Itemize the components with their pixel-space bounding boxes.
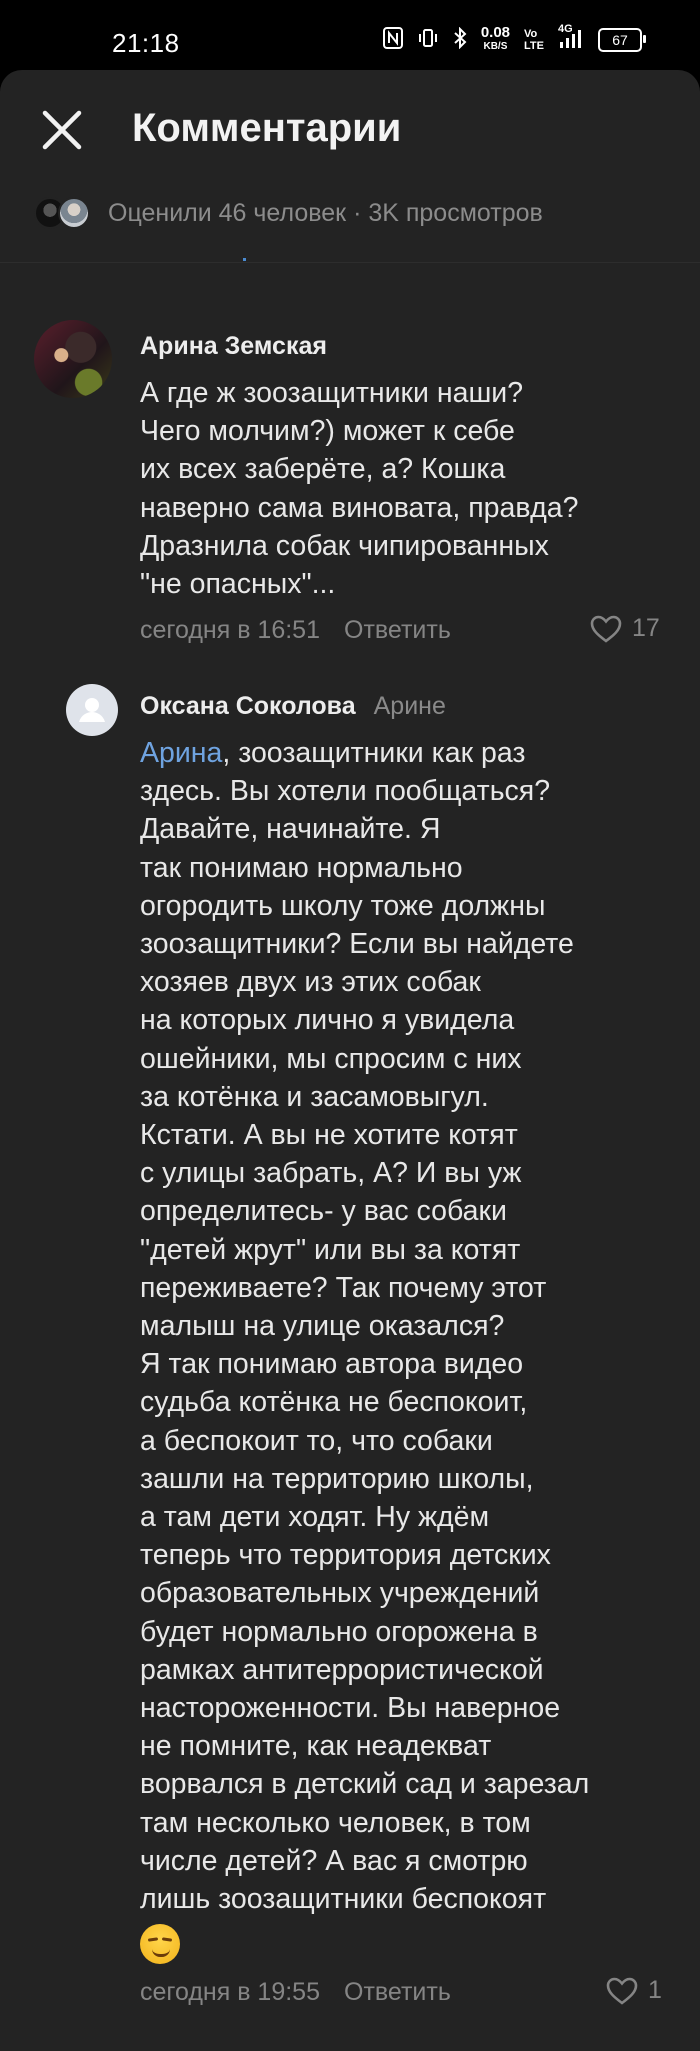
vibrate-icon	[417, 27, 439, 54]
signal-type: 4G	[558, 22, 573, 35]
reply-to-label[interactable]: Арине	[374, 692, 446, 720]
comment-line: не помните, как неадекват	[140, 1730, 492, 1763]
comment-line: Давайте, начинайте. Я	[140, 813, 441, 846]
bluetooth-icon	[453, 26, 467, 54]
likes-summary[interactable]: Оценили 46 человек · 3K просмотров	[34, 188, 543, 238]
comment-line: настороженности. Вы наверное	[140, 1692, 561, 1725]
comment-line: ворвался в детский сад и зарезал	[140, 1768, 590, 1801]
comment-time: сегодня в 16:51	[140, 616, 320, 644]
comment-line: образовательных учреждений	[140, 1577, 540, 1610]
comment-line-rest: , зоозащитники как раз	[222, 737, 526, 769]
comment-line: а там дети ходят. Ну ждём	[140, 1501, 490, 1534]
comment-time: сегодня в 19:55	[140, 1978, 320, 2006]
comment-line: Чего молчим?) может к себе	[140, 415, 515, 448]
comment-line: хозяев двух из этих собак	[140, 966, 481, 999]
likes-summary-text: Оценили 46 человек · 3K просмотров	[108, 198, 543, 227]
sheet-header: Комментарии	[0, 70, 700, 160]
heart-icon	[590, 615, 622, 643]
like-count: 1	[648, 1976, 662, 2004]
comment-line: судьба котёнка не беспокоит,	[140, 1386, 528, 1419]
comment-line: Я так понимаю автора видео	[140, 1348, 524, 1381]
network-speed-unit: KB/S	[483, 41, 508, 52]
heart-icon	[606, 1977, 638, 2005]
comment-line: рамках антитеррористической	[140, 1653, 544, 1686]
comment-text: А где ж зоозащитники наши? Чего молчим?)…	[140, 374, 578, 603]
divider	[0, 262, 700, 263]
status-icons: 0.08 KB/S Vo LTE 4G 67	[382, 23, 646, 54]
comment-line: определитесь- у вас собаки	[140, 1195, 507, 1228]
comment-line: там несколько человек, в том	[140, 1806, 531, 1839]
comment-line	[140, 1918, 589, 1974]
comment-line: "детей жрут" или вы за котят	[140, 1233, 521, 1266]
comment-line: теперь что территория детских	[140, 1539, 551, 1572]
close-icon	[42, 110, 82, 150]
comment-line: на которых лично я увидела	[140, 1004, 515, 1037]
volte-indicator: Vo LTE	[524, 28, 544, 52]
network-speed-value: 0.08	[480, 24, 511, 41]
smirk-emoji-icon	[140, 1924, 180, 1965]
reply-button[interactable]: Ответить	[344, 616, 451, 644]
battery-icon: 67	[598, 28, 646, 52]
comment-line: Дразнила собак чипированных	[140, 529, 549, 562]
comment-line: зоозащитники? Если вы найдете	[140, 928, 574, 961]
comment-line: лишь зоозащитники беспокоят	[140, 1883, 547, 1916]
comment-line: за котёнка и засамовыгул.	[140, 1080, 489, 1113]
comment-line: наверно сама виновата, правда?	[140, 491, 579, 524]
signal-icon: 4G	[558, 23, 584, 52]
comment-line: переживаете? Так почему этот	[140, 1271, 547, 1304]
comment-line: числе детей? А вас я смотрю	[140, 1844, 528, 1877]
status-time: 21:18	[112, 28, 180, 58]
comment-line: здесь. Вы хотели пообщаться?	[140, 775, 551, 808]
comment-line: ошейники, мы спросим с них	[140, 1042, 522, 1075]
page-title: Комментарии	[132, 106, 402, 150]
comment-author-name[interactable]: Оксана Соколова	[140, 692, 356, 720]
comment-meta: сегодня в 19:55 Ответить	[140, 1978, 451, 2007]
like-button[interactable]: 1	[606, 1976, 662, 2005]
avatar[interactable]	[66, 684, 118, 736]
comment-line: а беспокоит то, что собаки	[140, 1424, 493, 1457]
comment-line: с улицы забрать, А? И вы уж	[140, 1157, 522, 1190]
like-count: 17	[632, 614, 660, 642]
comment-text: Арина, зоозащитники как раз здесь. Вы хо…	[140, 734, 589, 1975]
like-button[interactable]: 17	[590, 614, 660, 643]
comment-line: огородить школу тоже должны	[140, 889, 546, 922]
network-speed: 0.08 KB/S	[480, 24, 511, 54]
avatar[interactable]	[34, 320, 112, 398]
volte-top: Vo	[524, 28, 538, 40]
user-icon	[79, 698, 105, 722]
comment-line: их всех заберёте, а? Кошка	[140, 453, 506, 486]
comment-line: зашли на территорию школы,	[140, 1462, 534, 1495]
comment-line: "не опасных"...	[140, 568, 336, 601]
reply-button[interactable]: Ответить	[344, 1978, 451, 2006]
comments-sheet: Комментарии Оценили 46 человек · 3K прос…	[0, 70, 700, 2051]
comment-line: А где ж зоозащитники наши?	[140, 377, 524, 409]
comment-meta: сегодня в 16:51 Ответить	[140, 616, 451, 645]
nfc-icon	[382, 26, 403, 54]
battery-level: 67	[612, 32, 628, 48]
comment-line: Кстати. А вы не хотите котят	[140, 1119, 518, 1152]
comment-line: так понимаю нормально	[140, 851, 463, 884]
comment-line: малыш на улице оказался?	[140, 1310, 505, 1343]
scroll-indicator	[243, 258, 246, 261]
comment-author[interactable]: Арина Земская	[140, 332, 327, 361]
status-bar: 21:18 0.08 KB/S Vo LTE 4G 67	[0, 0, 700, 78]
volte-bottom: LTE	[524, 40, 544, 52]
comment-line: Арина, зоозащитники как раз	[140, 734, 589, 772]
mention-link[interactable]: Арина	[140, 737, 222, 769]
close-button[interactable]	[40, 108, 84, 152]
comment-line: будет нормально огорожена в	[140, 1615, 538, 1648]
liker-avatar	[58, 197, 90, 229]
comment-author: Оксана Соколова Арине	[140, 692, 446, 721]
